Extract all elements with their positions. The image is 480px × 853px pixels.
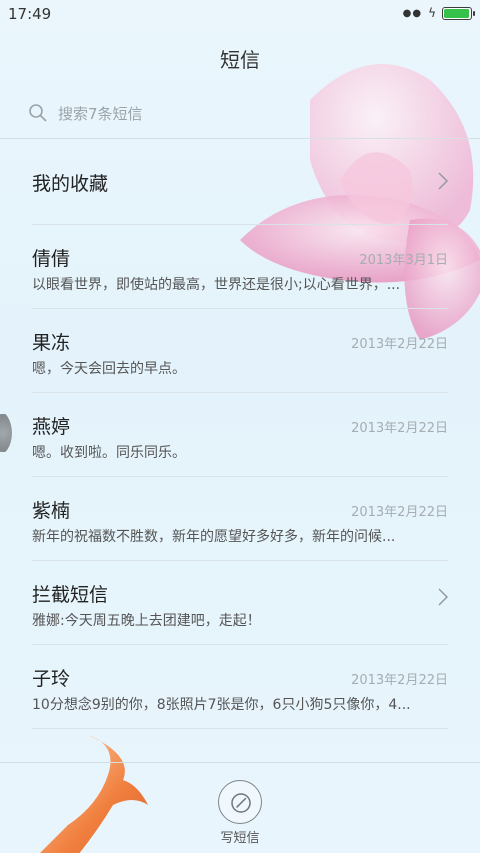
compose-icon (231, 793, 251, 813)
message-preview: 新年的祝福数不胜数，新年的愿望好多好多，新年的问候... (32, 529, 396, 545)
conversation-item[interactable]: 倩倩 2013年3月1日 以眼看世界，即使站的最高，世界还是很小;以心看世界，.… (0, 224, 480, 308)
conversation-item[interactable]: 紫楠 2013年2月22日 新年的祝福数不胜数，新年的愿望好多好多，新年的问候.… (0, 476, 480, 560)
divider (32, 476, 448, 477)
search-field[interactable]: 搜索7条短信 (28, 96, 452, 130)
message-preview: 10分想念9别的你，8张照片7张是你，6只小狗5只像你，4... (32, 697, 411, 713)
divider (0, 138, 480, 139)
divider (32, 728, 448, 729)
bottom-bar: 写短信 (0, 762, 480, 853)
search-icon (28, 103, 48, 123)
contact-name: 紫楠 (32, 500, 71, 522)
page-title: 短信 (220, 48, 260, 72)
compose-label: 写短信 (220, 831, 260, 846)
battery-icon (442, 6, 475, 20)
battery-level (444, 8, 469, 18)
contact-name: 果冻 (32, 332, 71, 354)
message-date: 2013年2月22日 (351, 673, 448, 688)
conversation-item[interactable]: 燕婷 2013年2月22日 嗯。收到啦。同乐同乐。 (0, 392, 480, 476)
contact-name: 倩倩 (32, 248, 71, 270)
divider (32, 644, 448, 645)
favorites-label: 我的收藏 (32, 173, 109, 195)
message-date: 2013年3月1日 (359, 253, 448, 268)
blocked-messages-label: 拦截短信 (32, 584, 109, 606)
divider (32, 224, 448, 225)
divider (32, 560, 448, 561)
message-preview: 雅娜:今天周五晚上去团建吧，走起！ (32, 613, 261, 629)
status-bar: 17:49 ●● ϟ (0, 0, 480, 30)
message-preview: 嗯，今天会回去的早点。 (32, 361, 186, 377)
message-date: 2013年2月22日 (351, 505, 448, 520)
status-time: 17:49 (8, 5, 52, 23)
divider (32, 308, 448, 309)
blocked-messages-item[interactable]: 拦截短信 雅娜:今天周五晚上去团建吧，走起！ (0, 560, 480, 644)
compose-button[interactable] (218, 780, 262, 824)
contact-name: 子玲 (32, 668, 71, 690)
conversation-item[interactable]: 子玲 2013年2月22日 10分想念9别的你，8张照片7张是你，6只小狗5只像… (0, 644, 480, 728)
signal-dots-icon: ●● (402, 7, 423, 19)
chevron-right-icon (438, 172, 448, 190)
message-preview: 嗯。收到啦。同乐同乐。 (32, 445, 186, 461)
conversation-list: 倩倩 2013年3月1日 以眼看世界，即使站的最高，世界还是很小;以心看世界，.… (0, 224, 480, 729)
search-placeholder: 搜索7条短信 (58, 104, 143, 123)
message-date: 2013年2月22日 (351, 421, 448, 436)
favorites-row[interactable]: 我的收藏 (0, 140, 480, 224)
charging-bolt-icon: ϟ (428, 6, 436, 20)
status-icons: ●● ϟ (402, 6, 475, 20)
message-preview: 以眼看世界，即使站的最高，世界还是很小;以心看世界，... (32, 277, 401, 293)
conversation-item[interactable]: 果冻 2013年2月22日 嗯，今天会回去的早点。 (0, 308, 480, 392)
chevron-right-icon (438, 588, 448, 606)
divider (32, 392, 448, 393)
message-date: 2013年2月22日 (351, 337, 448, 352)
contact-name: 燕婷 (32, 416, 71, 438)
